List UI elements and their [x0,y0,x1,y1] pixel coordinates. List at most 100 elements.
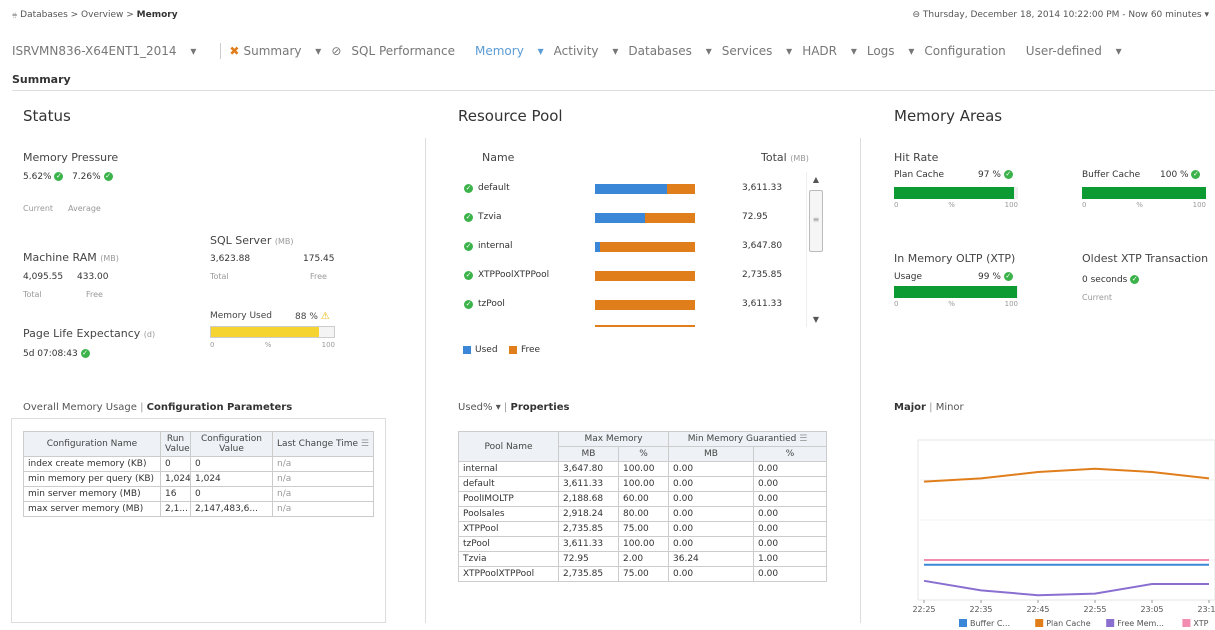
table-cell: 100.00 [617,461,670,477]
legend-label: Buffer C... [970,619,1010,628]
table-cell: 0.00 [753,461,828,477]
pool-list-item[interactable]: ✓ tzPool 3,611.33 [462,291,802,319]
server-name: ISRVMN836-X64ENT1_2014 [12,44,177,58]
nav-summary[interactable]: Summary ▾ [243,44,321,58]
col-last-change-time-label: Last Change Time [277,439,358,449]
buffer-cache-value-wrap: 100 % ✓ [1160,170,1201,180]
table-cell: 36.24 [668,551,755,567]
col-configuration-value[interactable]: Configuration Value [190,431,273,457]
memory-used-label: Memory Used [210,311,272,321]
nav-sql-performance[interactable]: ⊘ SQL Performance [331,44,465,58]
table-cell: 0 [160,456,191,472]
time-range[interactable]: ⊖ Thursday, December 18, 2014 10:22:00 P… [912,10,1209,20]
plan-cache-label: Plan Cache [894,170,944,180]
col-max-memory[interactable]: Max Memory [557,431,670,447]
nav-hadr[interactable]: HADR ▾ [802,44,857,58]
tab-overall-memory-usage[interactable]: Overall Memory Usage [23,402,137,413]
table-cell: min memory per query (KB) [23,471,161,487]
clock-icon: ⊖ [912,10,921,20]
nav-activity[interactable]: Activity ▾ [554,44,619,58]
table-row[interactable]: default 3,611.33 100.00 0.00 0.00 [458,476,828,492]
memory-pressure-label: Memory Pressure [23,151,119,164]
tab-configuration-parameters[interactable]: Configuration Parameters [147,402,293,413]
tab-major[interactable]: Major [894,402,926,413]
sql-server-title: SQL Server [210,234,272,247]
nav-databases[interactable]: Databases ▾ [628,44,711,58]
tab-properties[interactable]: Properties [510,402,569,413]
scroll-thumb[interactable]: ≡ [809,190,823,252]
tab-used-percent[interactable]: Used% ▾ [458,402,501,413]
col-last-change-time[interactable]: Last Change Time ☰ [272,431,374,457]
col-run-value[interactable]: Run Value [160,431,191,457]
table-cell: 60.00 [617,491,670,507]
breadcrumb-path[interactable]: Databases > Overview > [20,10,137,20]
col-min-memory[interactable]: Min Memory Guarantied ☰ [668,431,828,447]
panel-divider [860,138,861,623]
col-pool-name[interactable]: Pool Name [458,431,559,462]
breadcrumb: ⩷ Databases > Overview > Memory [12,10,178,20]
legend-used: Used [475,345,498,355]
table-cell: 0.00 [668,566,755,582]
memory-used-fill [211,327,320,337]
nav-user-defined[interactable]: User-defined ▾ [1026,44,1122,58]
table-row[interactable]: min memory per query (KB) 1,024 1,024 n/a [23,471,374,487]
nav-configuration[interactable]: Configuration [924,44,1015,58]
table-row[interactable]: Poolsales 2,918.24 80.00 0.00 0.00 [458,506,828,522]
nav-memory[interactable]: Memory ▾ [475,44,544,58]
tab-minor[interactable]: Minor [936,402,964,413]
table-row[interactable]: index create memory (KB) 0 0 n/a [23,456,374,472]
pool-total: 3,647.80 [742,241,783,251]
scroll-down-icon[interactable]: ▼ [807,315,825,324]
memory-areas-title: Memory Areas [894,107,1003,125]
nav-hadr-label: HADR [802,44,838,58]
pool-used-bar [595,213,645,223]
table-row[interactable]: PoolIMOLTP 2,188.68 60.00 0.00 0.00 [458,491,828,507]
pool-free-bar [600,242,695,252]
sql-free-label: Free [310,272,327,281]
plan-cache-value-wrap: 97 % ✓ [978,170,1013,180]
table-row[interactable]: min server memory (MB) 16 0 n/a [23,486,374,502]
table-row[interactable]: max server memory (MB) 2,1... 2,147,483,6.… [23,501,374,517]
time-range-label: Thursday, December 18, 2014 10:22:00 PM … [922,10,1202,20]
ok-icon: ✓ [80,349,90,358]
table-cell: 3,647.80 [558,461,619,477]
pool-total-header: Total (MB) [761,151,809,164]
tab-used-percent-label: Used% [458,402,493,413]
server-selector[interactable]: ISRVMN836-X64ENT1_2014 ▾ [12,44,196,58]
top-navigation: ISRVMN836-X64ENT1_2014 ▾ ✖ Summary ▾ ⊘ SQ… [12,43,1132,59]
databases-icon: ⩷ [12,10,18,20]
ple-unit: (d) [143,330,156,339]
legend-free-swatch [508,345,517,354]
section-title: Summary [12,73,71,86]
table-cell: 0.00 [753,476,828,492]
table-cell: default [458,476,559,492]
column-menu-icon[interactable]: ☰ [799,434,807,444]
col-max-mb[interactable]: MB [558,446,619,462]
pool-list-item[interactable]: ✓ internal 3,647.80 [462,233,802,261]
table-row[interactable]: XTPPoolXTPPool 2,735.85 75.00 0.00 0.00 [458,566,828,582]
scale-max: 100 [1004,201,1018,209]
col-max-pct[interactable]: % [617,446,670,462]
col-min-pct[interactable]: % [753,446,828,462]
nav-logs[interactable]: Logs ▾ [867,44,915,58]
pool-list-item[interactable]: ✓ XTPPoolXTPPool 2,735.85 [462,262,802,290]
nav-services[interactable]: Services ▾ [722,44,792,58]
table-cell: 100.00 [617,536,670,552]
pool-list-item[interactable]: ✓ Tzvia 72.95 [462,204,802,232]
table-row[interactable]: internal 3,647.80 100.00 0.00 0.00 [458,461,828,477]
pool-name: Tzvia [478,212,502,222]
table-cell: 100.00 [617,476,670,492]
table-cell: min server memory (MB) [23,486,161,502]
table-row[interactable]: XTPPool 2,735.85 75.00 0.00 0.00 [458,521,828,537]
series-line [923,579,1209,597]
col-min-mb[interactable]: MB [668,446,755,462]
column-menu-icon[interactable]: ☰ [361,439,369,449]
table-row[interactable]: tzPool 3,611.33 100.00 0.00 0.00 [458,536,828,552]
pool-list-item[interactable]: ✓ default 3,611.33 [462,175,802,203]
scroll-up-icon[interactable]: ▲ [807,175,825,184]
table-row[interactable]: Tzvia 72.95 2.00 36.24 1.00 [458,551,828,567]
pool-free-bar [595,325,695,327]
pool-scrollbar[interactable]: ▲ ≡ ▼ [806,172,825,327]
col-config-name[interactable]: Configuration Name [23,431,161,457]
oldest-current-label: Current [1082,293,1113,302]
